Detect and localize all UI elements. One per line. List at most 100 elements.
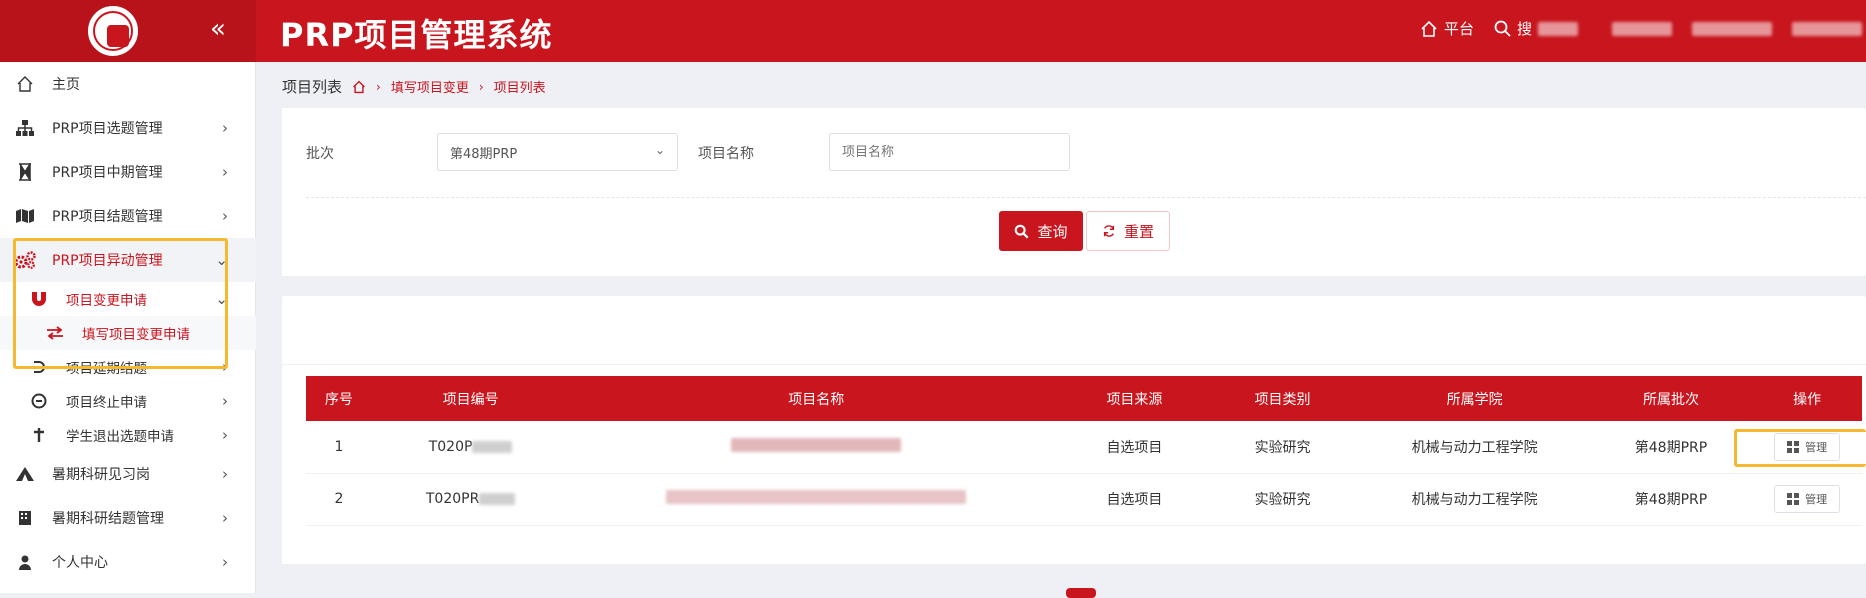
hourglass-icon — [14, 162, 36, 182]
cell-action: 管理 — [1752, 421, 1862, 474]
map-icon — [14, 206, 36, 226]
home-icon — [14, 74, 36, 94]
sidebar-item-personal-center[interactable]: 个人中心 › — [0, 540, 256, 584]
batch-select[interactable]: 第48期PRP ⌄ — [437, 133, 678, 171]
col-header: 所属批次 — [1589, 376, 1753, 421]
col-header: 项目编号 — [371, 376, 570, 421]
table-row: 2 T020PR 自选项目 实验研究 机械与动力工程学院 第48期PRP 管理 — [306, 473, 1862, 526]
top-right-nav: 平台 搜 — [1420, 18, 1863, 39]
sidebar-item-label: PRP项目结题管理 — [52, 209, 163, 225]
query-button[interactable]: 查询 — [999, 211, 1083, 251]
sidebar-item-home[interactable]: 主页 — [0, 62, 256, 106]
chevron-right-icon: › — [222, 465, 228, 483]
sidebar-item-change-management[interactable]: PRP项目异动管理 ⌄ — [0, 238, 256, 282]
collapse-sidebar-icon[interactable]: « — [210, 14, 226, 44]
reset-button[interactable]: 重置 — [1086, 211, 1170, 251]
manage-button[interactable]: 管理 — [1774, 485, 1841, 513]
sidebar-item-final-management[interactable]: PRP项目结题管理 › — [0, 194, 256, 238]
chevron-right-icon: › — [222, 207, 228, 225]
cell-name — [569, 421, 1064, 474]
col-header: 操作 — [1752, 376, 1862, 421]
platform-link[interactable]: 平台 — [1420, 18, 1474, 39]
magnet-icon — [28, 289, 50, 309]
search-label: 搜 — [1517, 20, 1533, 38]
col-header: 项目来源 — [1063, 376, 1206, 421]
gears-icon — [14, 250, 36, 270]
query-label: 查询 — [1037, 222, 1068, 241]
sidebar-item-change-request[interactable]: 项目变更申请 ⌄ — [0, 282, 256, 316]
col-header: 项目类别 — [1205, 376, 1360, 421]
breadcrumb-separator: › — [376, 79, 381, 94]
sidebar-item-label: 项目延期结题 — [66, 361, 147, 377]
redacted-text — [1792, 21, 1863, 36]
breadcrumb: 项目列表 › 填写项目变更 › 项目列表 — [282, 76, 546, 97]
sidebar-item-label: 项目变更申请 — [66, 293, 147, 309]
redacted-text — [731, 437, 902, 452]
search-icon — [1015, 224, 1029, 238]
chevron-right-icon: › — [222, 358, 228, 376]
building-icon — [14, 508, 36, 528]
sidebar-item-midterm-management[interactable]: PRP项目中期管理 › — [0, 150, 256, 194]
table-row: 1 T020P 自选项目 实验研究 机械与动力工程学院 第48期PRP 管理 — [306, 421, 1862, 474]
batch-label: 批次 — [306, 146, 334, 162]
col-header: 所属学院 — [1359, 376, 1590, 421]
sidebar-item-topic-management[interactable]: PRP项目选题管理 › — [0, 106, 256, 150]
sitemap-icon — [14, 118, 36, 138]
sidebar-item-student-withdraw[interactable]: 学生退出选题申请 › — [0, 418, 256, 452]
sidebar-item-summer-internship[interactable]: 暑期科研见习岗 › — [0, 452, 256, 496]
sidebar-item-label: 学生退出选题申请 — [66, 429, 174, 445]
breadcrumb-separator: › — [478, 79, 484, 94]
sidebar-item-label: 暑期科研见习岗 — [52, 467, 150, 483]
chevron-right-icon: › — [222, 392, 228, 410]
manage-button[interactable]: 管理 — [1774, 432, 1841, 461]
redacted-text — [472, 440, 513, 453]
project-name-input[interactable] — [829, 133, 1070, 171]
sidebar-item-label: 填写项目变更申请 — [82, 327, 190, 343]
redacted-text — [1612, 21, 1673, 36]
pagination-active-page[interactable] — [1066, 588, 1096, 598]
cell-action: 管理 — [1752, 473, 1862, 526]
chevron-right-icon: › — [222, 426, 228, 444]
table-header-row: 序号 项目编号 项目名称 项目来源 项目类别 所属学院 所属批次 操作 — [306, 376, 1862, 421]
sidebar-item-label: 个人中心 — [52, 555, 108, 571]
redacted-text — [479, 493, 516, 505]
grid-icon — [1787, 493, 1800, 505]
search-link[interactable]: 搜 — [1494, 18, 1579, 39]
breadcrumb-link-change[interactable]: 填写项目变更 — [391, 77, 469, 96]
home-icon[interactable] — [352, 80, 366, 94]
sidebar-item-extension[interactable]: 项目延期结题 › — [0, 350, 256, 384]
cell-category: 实验研究 — [1205, 473, 1360, 526]
breadcrumb-link-list[interactable]: 项目列表 — [494, 77, 546, 96]
chevron-down-icon: ⌄ — [215, 251, 228, 269]
chevron-down-icon: ⌄ — [215, 290, 228, 308]
chevron-right-icon: › — [222, 509, 228, 527]
sidebar-item-summer-final[interactable]: 暑期科研结题管理 › — [0, 496, 256, 540]
platform-label: 平台 — [1444, 20, 1475, 38]
cell-name — [569, 473, 1064, 526]
redacted-text — [666, 490, 967, 504]
cell-code: T020P — [371, 421, 570, 474]
cell-source: 自选项目 — [1063, 473, 1206, 526]
redacted-text — [1538, 21, 1579, 36]
chevron-down-icon: ⌄ — [654, 143, 665, 157]
cell-no: 2 — [306, 473, 372, 526]
search-icon — [1494, 20, 1511, 37]
tent-icon — [14, 464, 36, 484]
reset-label: 重置 — [1123, 222, 1154, 241]
redacted-text — [1692, 21, 1773, 36]
cross-icon — [28, 425, 50, 445]
sidebar-item-fill-change-request[interactable]: 填写项目变更申请 — [0, 316, 256, 350]
page-title: 项目列表 — [282, 78, 343, 96]
refresh-icon — [1103, 225, 1115, 237]
project-name-label: 项目名称 — [698, 146, 754, 162]
grid-icon — [1787, 440, 1800, 453]
col-header: 序号 — [306, 376, 372, 421]
divider — [306, 197, 1866, 198]
col-header: 项目名称 — [569, 376, 1064, 421]
undo-icon — [28, 357, 50, 377]
sidebar-item-termination[interactable]: 项目终止申请 › — [0, 384, 256, 418]
chevron-right-icon: › — [222, 163, 228, 181]
cell-college: 机械与动力工程学院 — [1359, 421, 1590, 474]
cell-batch: 第48期PRP — [1589, 421, 1753, 474]
sidebar-item-label: PRP项目异动管理 — [52, 253, 163, 269]
